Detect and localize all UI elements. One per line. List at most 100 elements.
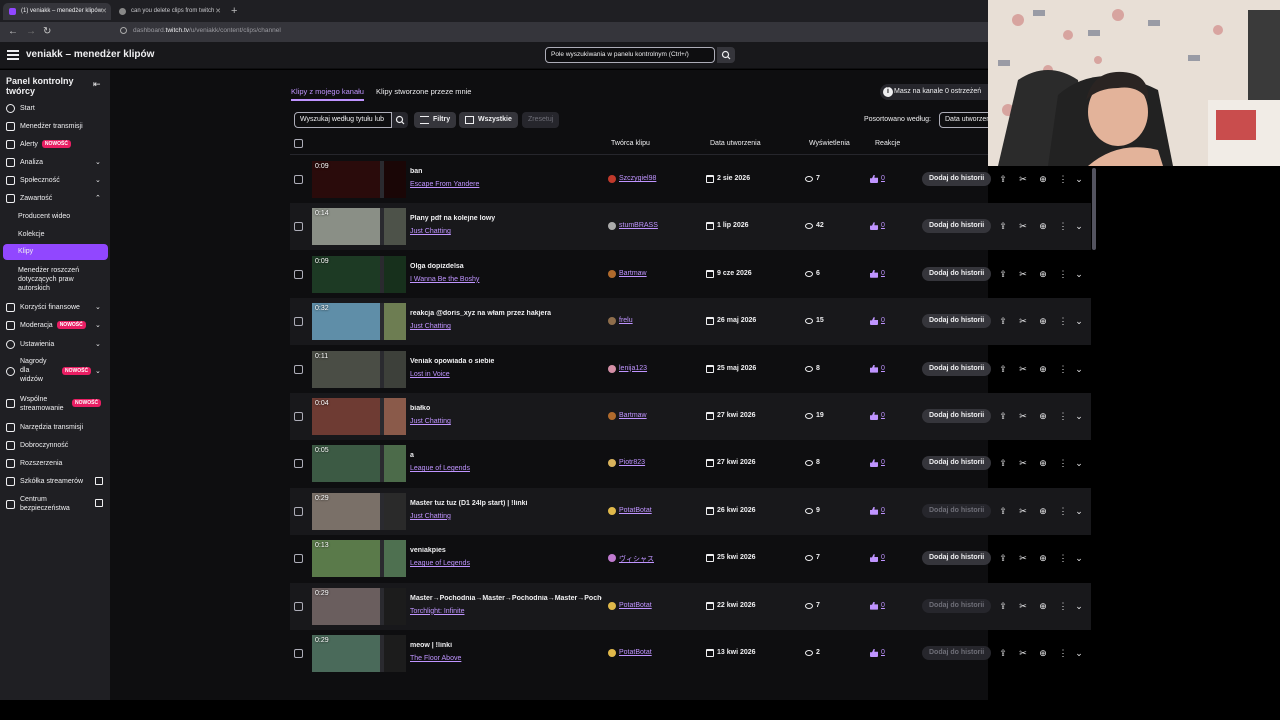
- sidebar-item-extensions[interactable]: Rozszerzenia: [0, 459, 110, 468]
- clip-game-link[interactable]: League of Legends: [410, 560, 470, 567]
- more-options-icon[interactable]: ⋮: [1058, 648, 1068, 658]
- clip-creator-link[interactable]: PotatBotat: [608, 506, 652, 515]
- row-checkbox[interactable]: [294, 269, 303, 279]
- row-checkbox[interactable]: [294, 175, 303, 184]
- browser-tab-active[interactable]: (1) veniakk – menedżer klipów ✕: [3, 3, 111, 20]
- sidebar-item-video-producer[interactable]: Producent wideo: [0, 212, 110, 221]
- share-icon[interactable]: ⇪: [998, 458, 1008, 468]
- share-icon[interactable]: ⇪: [998, 411, 1008, 421]
- clip-game-link[interactable]: The Floor Above: [410, 655, 461, 662]
- chevron-down-icon[interactable]: ⌄: [1074, 601, 1084, 611]
- more-options-icon[interactable]: ⋮: [1058, 269, 1068, 279]
- scissors-icon[interactable]: ✂: [1018, 174, 1028, 184]
- add-circle-icon[interactable]: ⊕: [1038, 648, 1048, 658]
- share-icon[interactable]: ⇪: [998, 269, 1008, 279]
- clip-title[interactable]: Master tuz tuz (D1 24lp start) | !linki: [410, 500, 527, 507]
- clip-reactions-link[interactable]: 0: [870, 649, 885, 657]
- clip-game-link[interactable]: Lost in Voice: [410, 371, 450, 378]
- url-field[interactable]: dashboard.twitch.tv/u/veniakk/content/cl…: [133, 27, 281, 34]
- add-to-stories-button[interactable]: Dodaj do historii: [922, 219, 992, 234]
- add-circle-icon[interactable]: ⊕: [1038, 553, 1048, 563]
- add-to-stories-button[interactable]: Dodaj do historii: [922, 646, 992, 660]
- clip-thumbnail[interactable]: 0:32: [312, 303, 406, 341]
- filters-button[interactable]: Filtry: [414, 112, 457, 128]
- scissors-icon[interactable]: ✂: [1018, 221, 1028, 231]
- clip-game-link[interactable]: Just Chatting: [410, 228, 451, 235]
- search-button[interactable]: [717, 47, 735, 63]
- clip-reactions-link[interactable]: 0: [870, 601, 885, 610]
- share-icon[interactable]: ⇪: [998, 221, 1008, 231]
- row-checkbox[interactable]: [294, 506, 303, 516]
- forward-arrow-icon[interactable]: →: [26, 25, 36, 39]
- chevron-down-icon[interactable]: ⌄: [1074, 648, 1084, 658]
- clip-thumbnail[interactable]: 0:09: [312, 161, 406, 198]
- add-to-stories-button[interactable]: Dodaj do historii: [922, 551, 992, 566]
- sidebar-item-analytics[interactable]: Analiza ⌄: [0, 158, 110, 167]
- sidebar-item-creator-camp[interactable]: Szkółka streamerów: [0, 477, 110, 486]
- sort-select[interactable]: Data utworzenia: [939, 112, 994, 128]
- share-icon[interactable]: ⇪: [998, 601, 1008, 611]
- clip-title[interactable]: Veniak opowiada o siebie: [410, 358, 494, 365]
- scissors-icon[interactable]: ✂: [1018, 364, 1028, 374]
- clip-reactions-link[interactable]: 0: [870, 506, 885, 515]
- add-circle-icon[interactable]: ⊕: [1038, 601, 1048, 611]
- clip-reactions-link[interactable]: 0: [870, 364, 885, 373]
- table-row[interactable]: 0:32 reakcja @doris_xyz na włam przez hak…: [290, 298, 1091, 346]
- table-row[interactable]: 0:11 Veniak opowiada o siebie Lost in Voic…: [290, 346, 1091, 393]
- add-circle-icon[interactable]: ⊕: [1038, 506, 1048, 516]
- add-circle-icon[interactable]: ⊕: [1038, 221, 1048, 231]
- share-icon[interactable]: ⇪: [998, 174, 1008, 184]
- share-icon[interactable]: ⇪: [998, 364, 1008, 374]
- clip-thumbnail[interactable]: 0:14: [312, 208, 406, 246]
- clip-creator-link[interactable]: frelu: [608, 317, 633, 326]
- more-options-icon[interactable]: ⋮: [1058, 174, 1068, 184]
- clip-thumbnail[interactable]: 0:29: [312, 635, 406, 672]
- add-circle-icon[interactable]: ⊕: [1038, 316, 1048, 326]
- sidebar-item-viewer-rewards[interactable]: Nagrody dla widzów NOWOŚĆ ⌄: [0, 357, 110, 384]
- sidebar-item-monetization[interactable]: Korzyści finansowe ⌄: [0, 303, 110, 312]
- clip-game-link[interactable]: Torchlight: Infinite: [410, 608, 464, 615]
- clip-thumbnail[interactable]: 0:29: [312, 587, 406, 625]
- clip-creator-link[interactable]: Bartmaw: [608, 412, 647, 420]
- reload-icon[interactable]: ↻: [43, 25, 51, 39]
- table-row[interactable]: 0:29 Master tuz tuz (D1 24lp start) | !li…: [290, 487, 1091, 535]
- clip-reactions-link[interactable]: 0: [870, 554, 885, 563]
- clip-creator-link[interactable]: Szczygiel98: [608, 175, 656, 183]
- share-icon[interactable]: ⇪: [998, 316, 1008, 326]
- row-checkbox[interactable]: [294, 412, 303, 421]
- chevron-down-icon[interactable]: ⌄: [1074, 553, 1084, 563]
- hamburger-menu-icon[interactable]: [7, 50, 19, 60]
- browser-tab[interactable]: can you delete clips from twitch ✕: [113, 3, 225, 20]
- add-circle-icon[interactable]: ⊕: [1038, 269, 1048, 279]
- sidebar-item-copyright-claims[interactable]: Menedżer roszczeń dotyczących praw autor…: [0, 266, 90, 293]
- select-all-checkbox[interactable]: [294, 139, 303, 148]
- column-reactions[interactable]: Reakcje: [875, 140, 900, 147]
- close-tab-icon[interactable]: ✕: [215, 3, 221, 20]
- scrollbar[interactable]: [1092, 168, 1096, 250]
- clip-creator-link[interactable]: ヴィシャス: [608, 554, 654, 564]
- row-checkbox[interactable]: [294, 554, 303, 564]
- more-options-icon[interactable]: ⋮: [1058, 458, 1068, 468]
- more-options-icon[interactable]: ⋮: [1058, 221, 1068, 231]
- clip-title[interactable]: ban: [410, 168, 422, 175]
- row-checkbox[interactable]: [294, 459, 303, 469]
- sidebar-item-settings[interactable]: Ustawienia ⌄: [0, 340, 110, 349]
- add-to-stories-button[interactable]: Dodaj do historii: [922, 456, 992, 471]
- clip-thumbnail[interactable]: 0:11: [312, 350, 406, 388]
- add-circle-icon[interactable]: ⊕: [1038, 411, 1048, 421]
- more-options-icon[interactable]: ⋮: [1058, 553, 1068, 563]
- scissors-icon[interactable]: ✂: [1018, 601, 1028, 611]
- clip-reactions-link[interactable]: 0: [870, 269, 885, 278]
- clip-title[interactable]: Plany pdf na kolejne lowy: [410, 215, 495, 222]
- clip-title[interactable]: białko: [410, 405, 430, 412]
- chevron-down-icon[interactable]: ⌄: [1074, 364, 1084, 374]
- clip-thumbnail[interactable]: 0:09: [312, 255, 406, 293]
- clip-game-link[interactable]: Escape From Yandere: [410, 181, 479, 188]
- chevron-down-icon[interactable]: ⌄: [1074, 506, 1084, 516]
- table-row[interactable]: 0:14 Plany pdf na kolejne lowy Just Chatti…: [290, 203, 1091, 251]
- clip-thumbnail[interactable]: 0:29: [312, 492, 406, 530]
- add-circle-icon[interactable]: ⊕: [1038, 364, 1048, 374]
- sidebar-item-community[interactable]: Społeczność ⌄: [0, 176, 110, 185]
- add-to-stories-button[interactable]: Dodaj do historii: [922, 598, 992, 613]
- share-icon[interactable]: ⇪: [998, 506, 1008, 516]
